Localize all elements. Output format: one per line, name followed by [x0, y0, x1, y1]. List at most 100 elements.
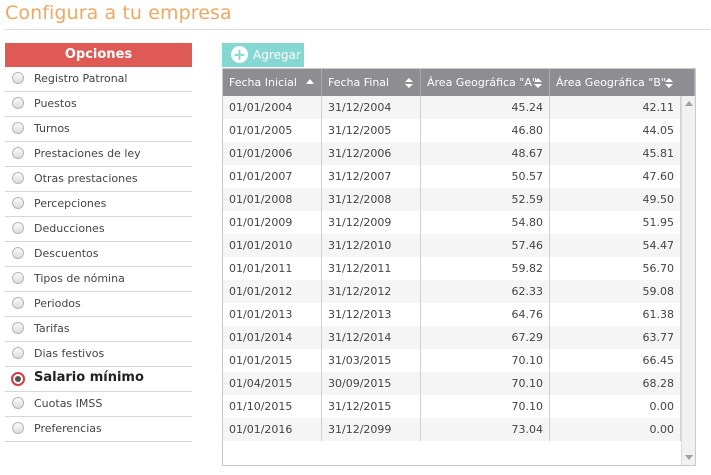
sidebar-item-label: Deducciones: [34, 222, 105, 235]
table-cell: 68.28: [550, 372, 681, 395]
table-row[interactable]: 01/01/2016 31/12/2099 73.04 0.00: [223, 418, 681, 441]
sidebar-item-label: Salario mínimo: [34, 370, 144, 385]
table-cell: 01/01/2005: [223, 119, 322, 142]
table-row[interactable]: 01/01/2010 31/12/2010 57.46 54.47: [223, 234, 681, 257]
sidebar-item-deducciones[interactable]: Deducciones: [5, 217, 192, 242]
table-row[interactable]: 01/01/2014 31/12/2014 67.29 63.77: [223, 326, 681, 349]
sort-both-icon[interactable]: [665, 78, 673, 88]
scroll-up-icon[interactable]: [685, 101, 693, 106]
table-cell: 50.57: [421, 165, 550, 188]
table-row[interactable]: 01/04/2015 30/09/2015 70.10 68.28: [223, 372, 681, 395]
sidebar-list: Registro Patronal Puestos Turnos Prestacion…: [5, 67, 192, 442]
table-row[interactable]: 01/01/2011 31/12/2011 59.82 56.70: [223, 257, 681, 280]
sort-both-icon[interactable]: [534, 78, 542, 88]
table-cell: 31/12/2006: [322, 142, 421, 165]
table-cell: 49.50: [550, 188, 681, 211]
table-cell: 70.10: [421, 349, 550, 372]
table-cell: 62.33: [421, 280, 550, 303]
column-header-label: Área Geográfica "B": [556, 76, 666, 89]
radio-icon[interactable]: [12, 222, 24, 234]
table-cell: 01/01/2011: [223, 257, 322, 280]
sidebar-item-turnos[interactable]: Turnos: [5, 117, 192, 142]
add-button[interactable]: + Agregar: [222, 43, 304, 67]
table-cell: 46.80: [421, 119, 550, 142]
sort-both-icon[interactable]: [405, 78, 413, 88]
grid-body: 01/01/2004 31/12/2004 45.24 42.11 01/01/2005…: [223, 96, 681, 441]
minimum-wage-grid: Fecha Inicial Fecha Final Área Geográfica …: [222, 68, 696, 466]
radio-icon[interactable]: [12, 122, 24, 134]
sort-ascending-icon[interactable]: [306, 78, 314, 88]
sidebar-header: Opciones: [5, 43, 192, 67]
radio-icon[interactable]: [12, 347, 24, 359]
table-cell: 31/12/2005: [322, 119, 421, 142]
table-cell: 67.29: [421, 326, 550, 349]
radio-icon[interactable]: [12, 72, 24, 84]
column-header-3[interactable]: Área Geográfica "A": [421, 69, 550, 96]
table-cell: 01/01/2014: [223, 326, 322, 349]
column-header-2[interactable]: Fecha Final: [322, 69, 421, 96]
table-cell: 31/12/2004: [322, 96, 421, 119]
sidebar-item-cuotas-imss[interactable]: Cuotas IMSS: [5, 392, 192, 417]
table-row[interactable]: 01/01/2012 31/12/2012 62.33 59.08: [223, 280, 681, 303]
radio-icon[interactable]: [12, 147, 24, 159]
radio-icon[interactable]: [12, 272, 24, 284]
grid-scrollbar[interactable]: [681, 96, 695, 465]
table-cell: 0.00: [550, 418, 681, 441]
sidebar-item-descuentos[interactable]: Descuentos: [5, 242, 192, 267]
table-row[interactable]: 01/01/2015 31/03/2015 70.10 66.45: [223, 349, 681, 372]
sidebar-item-otras-prestaciones[interactable]: Otras prestaciones: [5, 167, 192, 192]
table-row[interactable]: 01/01/2004 31/12/2004 45.24 42.11: [223, 96, 681, 119]
sidebar-item-prestaciones-de-ley[interactable]: Prestaciones de ley: [5, 142, 192, 167]
table-cell: 31/12/2007: [322, 165, 421, 188]
radio-icon[interactable]: [12, 247, 24, 259]
column-header-1[interactable]: Fecha Inicial: [223, 69, 322, 96]
sidebar-item-preferencias[interactable]: Preferencias: [5, 417, 192, 442]
table-cell: 54.80: [421, 211, 550, 234]
sidebar-item-label: Turnos: [34, 122, 70, 135]
table-cell: 31/12/2010: [322, 234, 421, 257]
table-cell: 70.10: [421, 395, 550, 418]
sidebar-item-registro-patronal[interactable]: Registro Patronal: [5, 67, 192, 92]
table-cell: 44.05: [550, 119, 681, 142]
radio-icon[interactable]: [12, 297, 24, 309]
radio-selected-icon[interactable]: [11, 372, 25, 386]
table-cell: 52.59: [421, 188, 550, 211]
table-cell: 01/01/2010: [223, 234, 322, 257]
radio-icon[interactable]: [12, 397, 24, 409]
radio-icon[interactable]: [12, 422, 24, 434]
column-header-4[interactable]: Área Geográfica "B": [550, 69, 695, 96]
sidebar-item-label: Dias festivos: [34, 347, 105, 360]
sidebar-item-percepciones[interactable]: Percepciones: [5, 192, 192, 217]
table-cell: 01/01/2008: [223, 188, 322, 211]
table-row[interactable]: 01/01/2005 31/12/2005 46.80 44.05: [223, 119, 681, 142]
table-row[interactable]: 01/01/2008 31/12/2008 52.59 49.50: [223, 188, 681, 211]
radio-icon[interactable]: [12, 197, 24, 209]
table-cell: 0.00: [550, 395, 681, 418]
sidebar-item-puestos[interactable]: Puestos: [5, 92, 192, 117]
table-row[interactable]: 01/10/2015 31/12/2015 70.10 0.00: [223, 395, 681, 418]
radio-icon[interactable]: [12, 97, 24, 109]
table-cell: 54.47: [550, 234, 681, 257]
table-cell: 51.95: [550, 211, 681, 234]
radio-icon[interactable]: [12, 322, 24, 334]
sidebar-item-label: Otras prestaciones: [34, 172, 138, 185]
sidebar-item-tipos-de-nomina[interactable]: Tipos de nómina: [5, 267, 192, 292]
sidebar-item-tarifas[interactable]: Tarifas: [5, 317, 192, 342]
table-cell: 31/12/2009: [322, 211, 421, 234]
table-cell: 31/12/2015: [322, 395, 421, 418]
table-row[interactable]: 01/01/2007 31/12/2007 50.57 47.60: [223, 165, 681, 188]
sidebar-item-label: Preferencias: [34, 422, 102, 435]
scroll-down-icon[interactable]: [685, 455, 693, 460]
sidebar-item-salario-minimo[interactable]: Salario mínimo: [5, 367, 192, 392]
table-cell: 31/12/2012: [322, 280, 421, 303]
table-row[interactable]: 01/01/2009 31/12/2009 54.80 51.95: [223, 211, 681, 234]
sidebar-item-dias-festivos[interactable]: Dias festivos: [5, 342, 192, 367]
radio-icon[interactable]: [12, 172, 24, 184]
sidebar-item-label: Tipos de nómina: [34, 272, 125, 285]
table-cell: 66.45: [550, 349, 681, 372]
plus-circle-icon: +: [231, 45, 248, 64]
table-cell: 01/01/2012: [223, 280, 322, 303]
sidebar-item-periodos[interactable]: Periodos: [5, 292, 192, 317]
table-row[interactable]: 01/01/2006 31/12/2006 48.67 45.81: [223, 142, 681, 165]
table-row[interactable]: 01/01/2013 31/12/2013 64.76 61.38: [223, 303, 681, 326]
